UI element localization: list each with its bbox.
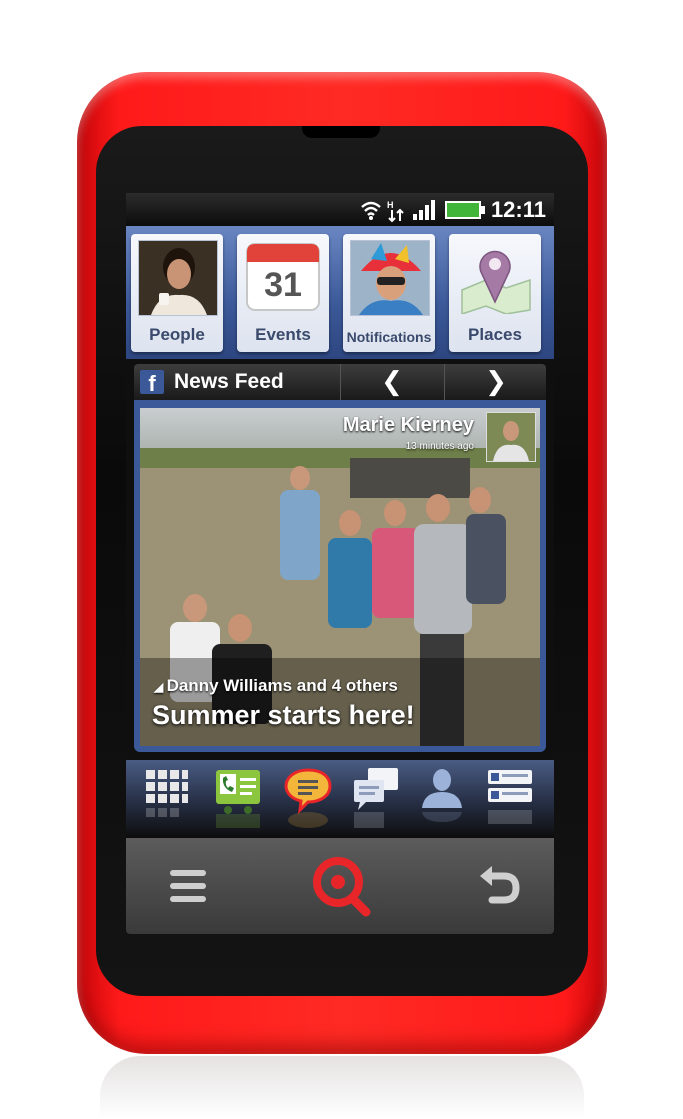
messaging-icon[interactable]	[284, 766, 332, 832]
battery-icon	[445, 201, 485, 219]
dialer-icon[interactable]	[214, 766, 262, 832]
chat-icon[interactable]	[352, 766, 400, 832]
tile-people[interactable]: People	[131, 234, 223, 352]
status-bar: H 12:11	[126, 193, 554, 226]
search-icon[interactable]	[306, 852, 378, 920]
facebook-logo-icon: f	[140, 370, 164, 396]
people-photo	[138, 240, 218, 316]
tile-label: Notifications	[346, 329, 432, 345]
app-grid-icon[interactable]	[142, 766, 190, 832]
post-author[interactable]: Marie Kierney	[343, 414, 474, 437]
tile-label: Events	[255, 325, 311, 344]
svg-text:H: H	[387, 200, 394, 210]
news-feed-post[interactable]: Marie Kierney 13 minutes ago ◢ Danny Wil…	[134, 400, 546, 752]
post-caption: Summer starts here!	[152, 700, 415, 730]
signal-bars-icon	[413, 200, 435, 220]
wifi-icon	[361, 201, 381, 220]
data-arrows-icon: H	[387, 200, 404, 223]
map-pin-icon	[456, 240, 534, 314]
launcher-bar: People 31 Events Notifications Places	[126, 226, 554, 359]
feed-list-icon[interactable]	[486, 766, 534, 832]
tile-label: Places	[468, 325, 522, 344]
screen: H 12:11 People 31 Events Notifications P…	[126, 193, 554, 838]
tile-label: People	[149, 325, 205, 344]
app-dock	[126, 760, 554, 838]
back-icon[interactable]	[464, 856, 528, 916]
author-avatar[interactable]	[486, 412, 536, 462]
phone-reflection	[100, 1056, 584, 1119]
clock: 12:11	[490, 197, 546, 222]
notifications-photo	[350, 240, 430, 316]
post-timestamp: 13 minutes ago	[405, 441, 474, 452]
tagged-people-label: Danny Williams and 4 others	[166, 676, 398, 695]
tile-notifications[interactable]: Notifications	[343, 234, 435, 352]
calendar-icon: 31	[244, 240, 322, 314]
news-feed-title: News Feed	[174, 370, 284, 393]
tagged-people[interactable]: ◢ Danny Williams and 4 others	[154, 676, 398, 696]
calendar-day: 31	[264, 266, 302, 304]
contacts-icon[interactable]	[418, 766, 466, 832]
tag-icon: ◢	[154, 680, 167, 694]
earpiece-speaker	[302, 126, 380, 138]
previous-post-button[interactable]: ❮	[340, 364, 443, 400]
tile-events[interactable]: 31 Events	[237, 234, 329, 352]
news-feed-header: f News Feed ❮ ❯	[134, 364, 546, 400]
post-photo: Marie Kierney 13 minutes ago ◢ Danny Wil…	[140, 408, 540, 746]
tile-places[interactable]: Places	[449, 234, 541, 352]
menu-icon[interactable]	[156, 856, 220, 916]
next-post-button[interactable]: ❯	[444, 364, 547, 400]
hardware-keys-bar	[126, 838, 554, 934]
